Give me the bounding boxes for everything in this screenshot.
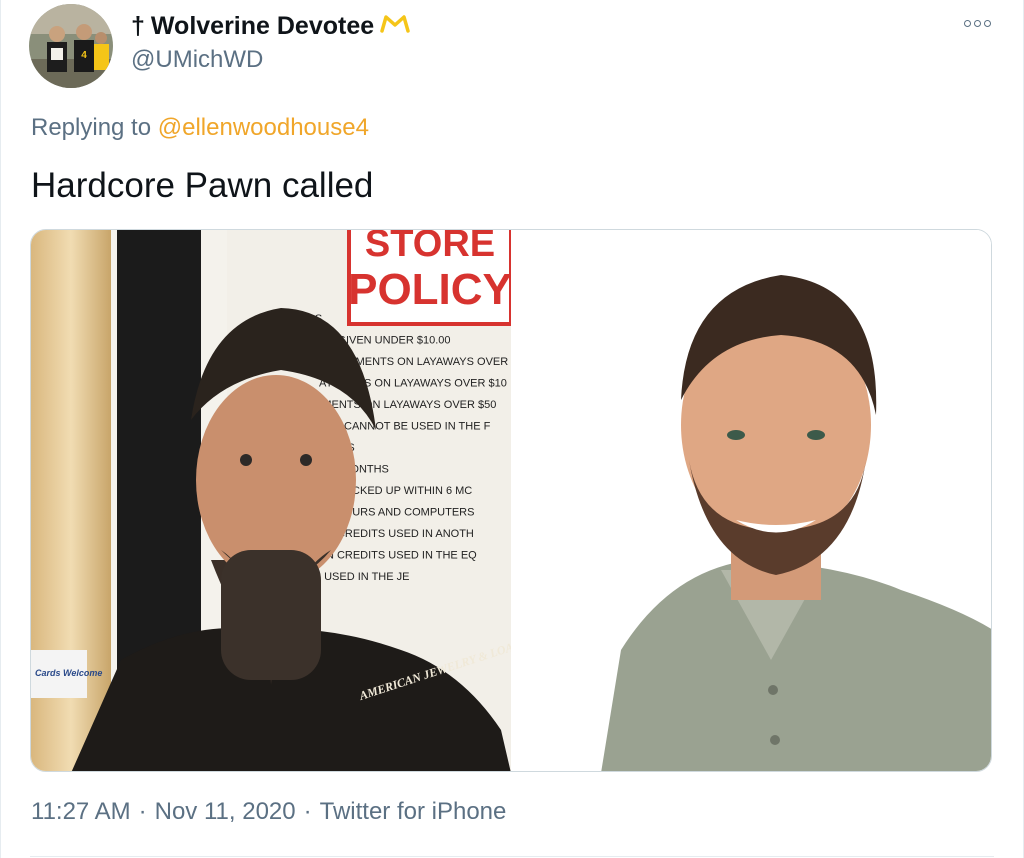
tweet-source[interactable]: Twitter for iPhone (320, 798, 507, 826)
dot (984, 20, 991, 27)
divider (30, 856, 994, 857)
tweet-meta: 11:27 AM · Nov 11, 2020 · Twitter for iP… (31, 798, 506, 826)
reply-mention-link[interactable]: @ellenwoodhouse4 (158, 114, 369, 141)
author-handle[interactable]: @UMichWD (131, 46, 263, 74)
block-m-icon (380, 13, 410, 40)
media-photo-left[interactable]: STORE POLICY REFUNDSS GIVEN UNDER $10.00… (31, 230, 511, 771)
replying-to: Replying to @ellenwoodhouse4 (31, 114, 369, 142)
meta-separator: · (303, 798, 312, 825)
tweet-date[interactable]: Nov 11, 2020 (155, 798, 296, 826)
avatar[interactable]: 4 (29, 4, 113, 88)
dot (974, 20, 981, 27)
sign-line: TS USED IN THE JE (307, 571, 409, 583)
sign-title: POLICY (348, 265, 511, 314)
tweet: 4 † Wolverine Devotee @UMichWD Replying … (0, 0, 1024, 858)
tweet-text: Hardcore Pawn called (31, 166, 374, 205)
dot (964, 20, 971, 27)
sign-title-top: STORE (365, 230, 495, 265)
sign-line: YMENTS ON LAYAWAYS OVER $50 (315, 399, 496, 411)
tweet-media[interactable]: STORE POLICY REFUNDSS GIVEN UNDER $10.00… (30, 229, 992, 772)
media-photo-right[interactable] (511, 230, 991, 771)
meta-separator: · (138, 798, 147, 825)
wall-sign: Cards Welcome (35, 668, 102, 678)
replying-to-label: Replying to (31, 114, 152, 141)
more-options-icon[interactable] (964, 20, 991, 27)
author-cross: † (131, 12, 145, 40)
tweet-time[interactable]: 11:27 AM (31, 798, 131, 826)
author-display-name[interactable]: Wolverine Devotee (151, 12, 374, 41)
author-name-row[interactable]: † Wolverine Devotee (131, 12, 410, 41)
svg-text:4: 4 (81, 50, 87, 61)
